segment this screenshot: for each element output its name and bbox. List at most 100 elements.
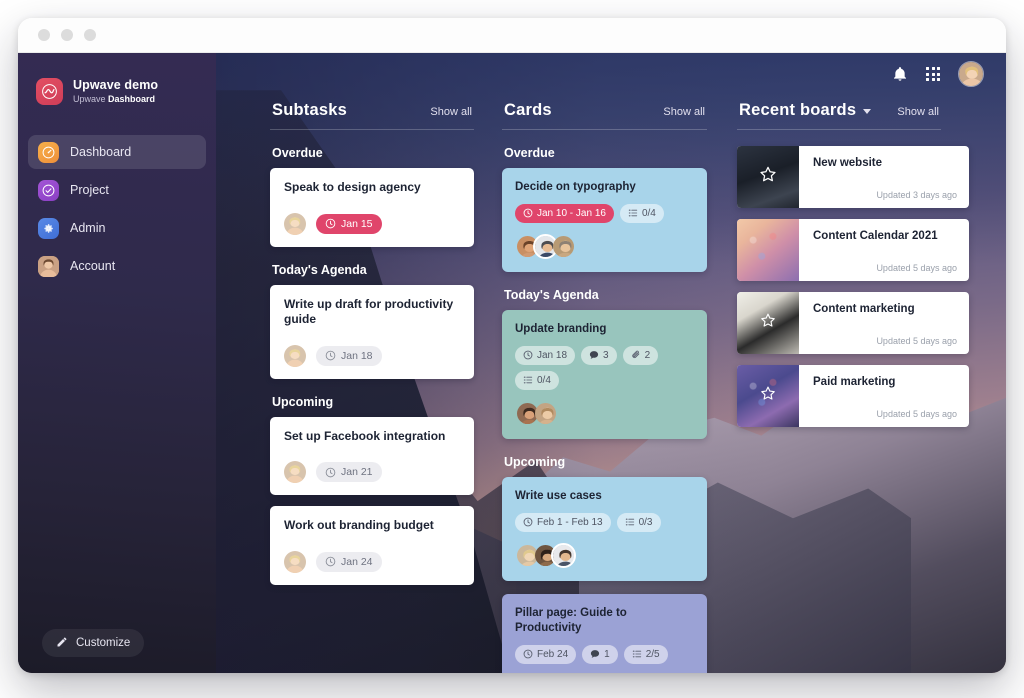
comment-icon <box>589 351 599 360</box>
clock-icon <box>523 517 533 527</box>
due-date-badge: Jan 10 - Jan 16 <box>515 203 614 223</box>
group-title: Upcoming <box>272 394 334 409</box>
avatar <box>533 401 558 426</box>
card-title: Write use cases <box>515 489 602 502</box>
window-minimize-button[interactable] <box>61 29 73 41</box>
subtask-card[interactable]: Work out branding budget Jan 24 <box>270 506 474 585</box>
group-title: Overdue <box>272 146 323 160</box>
clock-icon <box>325 557 336 567</box>
window-maximize-button[interactable] <box>84 29 96 41</box>
board-thumbnail <box>737 146 799 208</box>
sidebar-item-project[interactable]: Project <box>28 173 206 207</box>
dashboard-columns: Subtasks Show all Overdue Speak to desig… <box>216 53 1006 673</box>
comment-badge: 3 <box>581 345 617 365</box>
brand-title: Upwave demo <box>73 77 159 92</box>
page-title: Subtasks <box>272 101 347 119</box>
app-root: Upwave demo Upwave Dashboard Dashboard P… <box>18 53 1006 673</box>
sidebar-nav: Dashboard Project Admin Account <box>18 135 216 283</box>
clock-icon <box>523 209 533 218</box>
chevron-down-icon[interactable] <box>863 109 872 114</box>
attachment-badge: 2 <box>622 345 659 365</box>
recent-boards-title: Recent boards <box>739 101 872 120</box>
board-name: Paid marketing <box>813 376 896 388</box>
comment-badge: 1 <box>582 644 618 664</box>
checklist-icon <box>625 518 634 526</box>
checklist-badge: 0/4 <box>619 203 664 223</box>
kanban-card[interactable]: Update branding Jan 18 3 2 0/4 <box>502 309 707 439</box>
due-date-badge: Jan 21 <box>316 462 382 483</box>
subtasks-show-all-link[interactable]: Show all <box>430 106 472 118</box>
card-title: Pillar page: Guide to Productivity <box>515 606 627 634</box>
board-thumbnail <box>737 219 799 281</box>
sidebar-item-account[interactable]: Account <box>28 249 206 283</box>
clock-icon <box>523 649 533 659</box>
due-date-badge: Jan 24 <box>316 551 382 572</box>
gear-icon <box>38 217 59 239</box>
subtask-card[interactable]: Speak to design agency Jan 15 <box>270 168 474 247</box>
board-row[interactable]: Paid marketing Updated 5 days ago <box>737 365 969 427</box>
window-close-button[interactable] <box>38 29 50 41</box>
board-updated: Updated 5 days ago <box>876 336 957 346</box>
check-circle-icon <box>38 179 59 201</box>
group-title: Today's Agenda <box>504 287 599 302</box>
subtask-card[interactable]: Set up Facebook integration Jan 21 <box>270 416 474 496</box>
star-icon[interactable] <box>760 385 777 407</box>
recent-boards-header: Recent boards Show all <box>737 101 941 130</box>
due-date-badge: Feb 24 <box>515 644 577 664</box>
board-name: Content Calendar 2021 <box>813 230 938 242</box>
star-icon[interactable] <box>759 165 778 189</box>
card-avatars <box>515 542 694 568</box>
sidebar-item-label: Project <box>70 183 109 197</box>
board-row[interactable]: Content Calendar 2021 Updated 5 days ago <box>737 219 969 281</box>
avatar <box>284 344 306 367</box>
sidebar-item-dashboard[interactable]: Dashboard <box>28 135 206 169</box>
group-title: Upcoming <box>504 454 566 469</box>
checklist-badge: 0/3 <box>616 512 661 532</box>
customize-button[interactable]: Customize <box>42 629 145 657</box>
clock-icon <box>325 467 336 478</box>
board-thumbnail <box>737 365 799 427</box>
group-title: Today's Agenda <box>272 262 367 277</box>
subtask-title: Write up draft for productivity guide <box>284 296 454 327</box>
recent-boards-show-all-link[interactable]: Show all <box>897 106 939 118</box>
customize-label: Customize <box>76 637 131 649</box>
sidebar-item-admin[interactable]: Admin <box>28 211 206 245</box>
sidebar-item-label: Admin <box>70 221 106 235</box>
subtasks-header: Subtasks Show all <box>270 101 474 130</box>
board-updated: Updated 3 days ago <box>876 190 957 200</box>
card-title: Update branding <box>515 322 607 335</box>
clock-icon <box>325 218 336 229</box>
checklist-badge: 0/4 <box>515 370 559 390</box>
column-subtasks: Subtasks Show all Overdue Speak to desig… <box>270 101 502 673</box>
sidebar-item-label: Dashboard <box>70 145 132 159</box>
cards-show-all-link[interactable]: Show all <box>663 106 705 118</box>
board-updated: Updated 5 days ago <box>876 263 957 273</box>
upwave-wave-icon <box>36 77 63 105</box>
kanban-card[interactable]: Decide on typography Jan 10 - Jan 16 0/4 <box>502 168 707 272</box>
brand[interactable]: Upwave demo Upwave Dashboard <box>18 69 216 113</box>
board-row[interactable]: Content marketing Updated 5 days ago <box>737 292 969 354</box>
board-updated: Updated 5 days ago <box>876 409 957 419</box>
subtask-title: Work out branding budget <box>284 518 434 533</box>
gauge-icon <box>38 141 59 163</box>
comment-icon <box>591 650 600 658</box>
subtask-card[interactable]: Write up draft for productivity guide Ja… <box>270 284 474 379</box>
main-area: Subtasks Show all Overdue Speak to desig… <box>216 53 1006 673</box>
subtask-title: Speak to design agency <box>284 180 421 194</box>
board-row[interactable]: New website Updated 3 days ago <box>737 146 969 208</box>
clock-icon <box>325 350 336 361</box>
avatar <box>284 212 306 235</box>
browser-window: Upwave demo Upwave Dashboard Dashboard P… <box>18 18 1006 673</box>
clock-icon <box>523 350 533 360</box>
cards-title: Cards <box>504 101 552 119</box>
pencil-icon <box>56 636 68 651</box>
avatar <box>284 550 306 573</box>
window-titlebar <box>18 18 1006 53</box>
due-date-badge: Jan 15 <box>316 213 382 234</box>
group-title: Overdue <box>504 146 555 160</box>
kanban-card[interactable]: Pillar page: Guide to Productivity Feb 2… <box>502 593 707 673</box>
star-icon[interactable] <box>760 312 777 334</box>
checklist-icon <box>628 210 638 217</box>
kanban-card[interactable]: Write use cases Feb 1 - Feb 13 0/3 <box>502 476 707 581</box>
card-avatars <box>515 233 694 259</box>
